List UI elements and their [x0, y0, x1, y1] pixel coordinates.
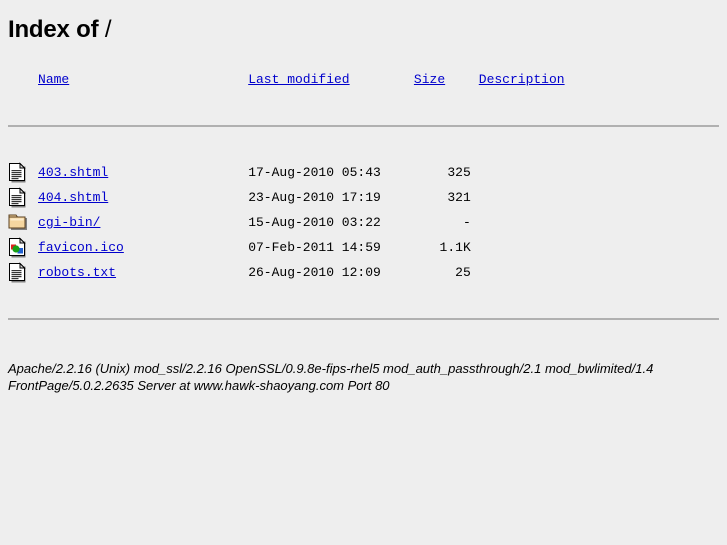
- row-size: 325: [447, 165, 471, 180]
- horizontal-rule-bottom: [8, 318, 719, 320]
- row-name-cell: 404.shtml: [38, 185, 248, 210]
- row-size: 25: [455, 265, 471, 280]
- row-icon-cell: [8, 235, 38, 260]
- sort-by-description-link[interactable]: Description: [479, 72, 565, 87]
- server-signature: Apache/2.2.16 (Unix) mod_ssl/2.2.16 Open…: [8, 360, 719, 394]
- row-last-modified: 17-Aug-2010 05:43: [248, 165, 381, 180]
- header-separator-row: [8, 92, 719, 160]
- server-signature-line-1: Apache/2.2.16 (Unix) mod_ssl/2.2.16 Open…: [8, 361, 654, 376]
- table-row: cgi-bin/15-Aug-2010 03:22 -: [8, 210, 719, 235]
- folder-icon: [8, 212, 38, 234]
- server-signature-line-2: FrontPage/5.0.2.2635 Server at www.hawk-…: [8, 378, 390, 393]
- image-file-icon: [8, 236, 38, 259]
- page-title: Index of /: [8, 16, 719, 44]
- table-header-row: Name Last modified Size Description: [8, 70, 719, 92]
- row-name-cell: cgi-bin/: [38, 210, 248, 235]
- file-link[interactable]: 404.shtml: [38, 190, 108, 205]
- header-description: Description: [479, 70, 719, 92]
- text-file-icon: [8, 161, 38, 184]
- row-last-modified: 07-Feb-2011 14:59: [248, 240, 381, 255]
- row-description: [479, 235, 719, 260]
- header-separator-cell: [8, 92, 719, 160]
- sort-by-name-link[interactable]: Name: [38, 72, 69, 87]
- sort-by-date-link[interactable]: Last modified: [248, 72, 349, 87]
- row-icon-cell: [8, 210, 38, 235]
- page-title-path: /: [104, 16, 112, 43]
- row-name-cell: favicon.ico: [38, 235, 248, 260]
- header-icon-spacer: [8, 70, 38, 92]
- table-row: favicon.ico 07-Feb-2011 14:59 1.1K: [8, 235, 719, 260]
- header-name: Name: [38, 70, 248, 92]
- row-size: 321: [447, 190, 471, 205]
- row-last-modified: 26-Aug-2010 12:09: [248, 265, 381, 280]
- row-name-cell: 403.shtml: [38, 160, 248, 185]
- table-row: robots.txt 26-Aug-2010 12:09 25: [8, 260, 719, 285]
- row-last-modified: 15-Aug-2010 03:22: [248, 215, 381, 230]
- file-link[interactable]: robots.txt: [38, 265, 116, 280]
- page-title-prefix: Index of: [8, 16, 99, 43]
- file-link[interactable]: cgi-bin/: [38, 215, 100, 230]
- sort-by-size-link[interactable]: Size: [414, 72, 445, 87]
- row-name-cell: robots.txt: [38, 260, 248, 285]
- row-description: [479, 260, 719, 285]
- file-link[interactable]: 403.shtml: [38, 165, 108, 180]
- table-row: 404.shtml 23-Aug-2010 17:19 321: [8, 185, 719, 210]
- row-last-modified: 23-Aug-2010 17:19: [248, 190, 381, 205]
- text-file-icon: [8, 186, 38, 209]
- row-size: 1.1K: [439, 240, 471, 255]
- text-file-icon: [8, 261, 38, 284]
- directory-listing-table: Name Last modified Size Description 403.…: [8, 70, 719, 353]
- header-size: Size: [414, 70, 479, 92]
- row-icon-cell: [8, 160, 38, 185]
- row-description: [479, 210, 719, 235]
- table-row: 403.shtml 17-Aug-2010 05:43 325: [8, 160, 719, 185]
- row-icon-cell: [8, 260, 38, 285]
- footer-separator-row: [8, 285, 719, 353]
- header-last-modified: Last modified: [248, 70, 414, 92]
- row-description: [479, 185, 719, 210]
- horizontal-rule-top: [8, 125, 719, 127]
- row-size: -: [462, 215, 471, 230]
- footer-separator-cell: [8, 285, 719, 353]
- row-description: [479, 160, 719, 185]
- file-link[interactable]: favicon.ico: [38, 240, 124, 255]
- directory-index-page: Index of / Name Last modified Size Descr…: [0, 0, 727, 402]
- row-icon-cell: [8, 185, 38, 210]
